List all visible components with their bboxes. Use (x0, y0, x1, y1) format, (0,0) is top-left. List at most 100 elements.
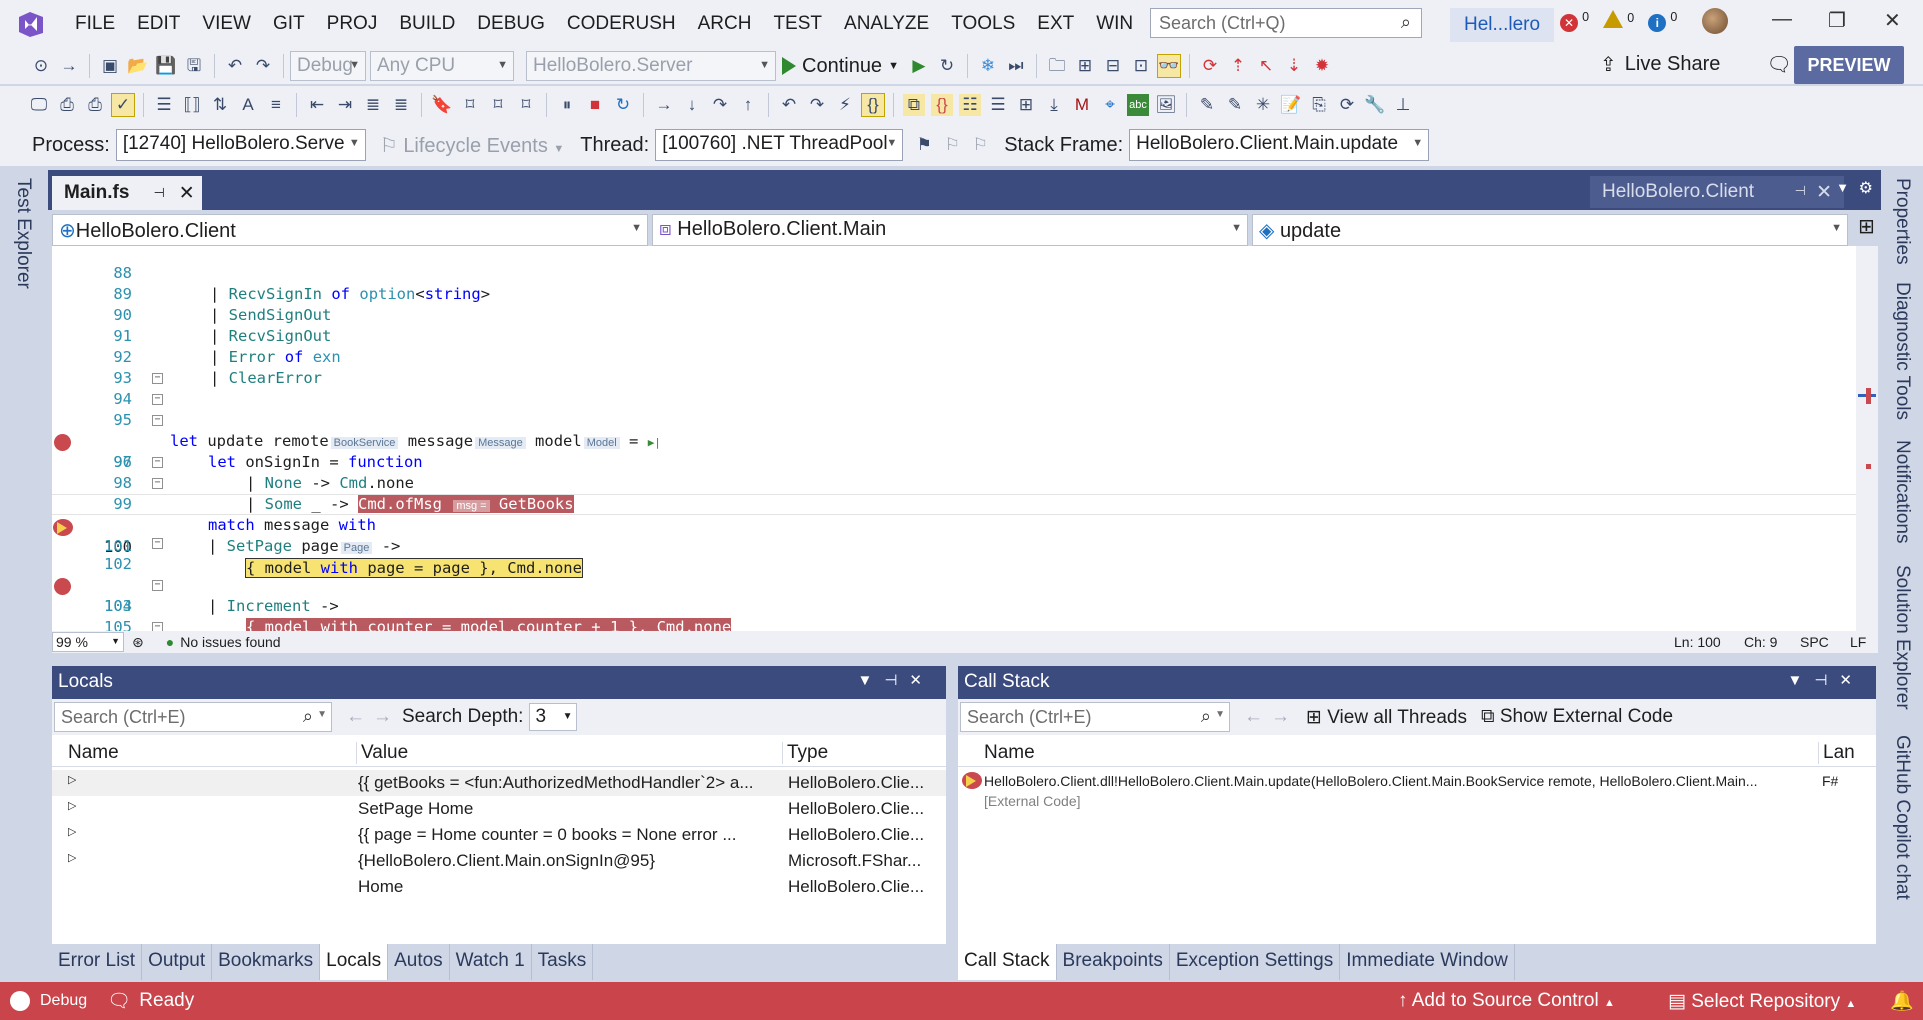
bookmark-icon[interactable]: 🔖 (431, 94, 453, 116)
zoom-dropdown[interactable]: 99 % ▼ (52, 632, 124, 652)
collapse-icon[interactable]: − (152, 373, 163, 384)
process-dropdown[interactable]: [12740] HelloBolero.Serve ▼ (115, 129, 366, 161)
menu-tools[interactable]: TOOLS (940, 13, 1026, 35)
brush-icon[interactable]: ✎ (1196, 94, 1218, 116)
chevron-down-icon[interactable]: ▼ (857, 672, 884, 689)
collapse-icon[interactable]: − (152, 538, 163, 549)
menu-view[interactable]: VIEW (191, 13, 262, 35)
locals-row[interactable]: ▷ model {{ page = Home counter = 0 books… (52, 822, 946, 848)
list-icon[interactable]: ☷ (959, 94, 981, 116)
collapse-icon[interactable]: − (152, 478, 163, 489)
menu-git[interactable]: GIT (262, 13, 316, 35)
startup-project-dropdown[interactable]: HelloBolero.Server ▼ (526, 51, 776, 81)
collapse-icon[interactable]: − (152, 580, 163, 591)
locals-row[interactable]: page Home HelloBolero.Clie... (52, 874, 946, 900)
hot-reload-icon[interactable]: ↻ (936, 55, 958, 77)
minimize-icon[interactable]: — (1772, 8, 1792, 31)
bookmark-prev-icon[interactable]: ⌑ (459, 94, 481, 116)
split-editor-icon[interactable]: ⊞ (1858, 214, 1875, 246)
tab-github-copilot-chat[interactable]: GitHub Copilot chat (1891, 735, 1913, 900)
m-icon[interactable]: M (1071, 94, 1093, 116)
run-without-debugging-icon[interactable]: ▶ (908, 55, 930, 77)
global-search-input[interactable]: Search (Ctrl+Q) ⌕ (1150, 8, 1422, 38)
redo-icon[interactable]: ↷ (252, 55, 274, 77)
stop-icon[interactable]: ■ (584, 94, 606, 116)
step-over-icon[interactable]: ↷ (709, 94, 731, 116)
sync-icon[interactable]: ⟳ (1336, 94, 1358, 116)
menu-analyze[interactable]: ANALYZE (833, 13, 940, 35)
tab-bookmarks[interactable]: Bookmarks (212, 944, 321, 980)
platform-dropdown[interactable]: Any CPU ▼ (370, 51, 514, 81)
undo-icon[interactable]: ↶ (224, 55, 246, 77)
open-folder-icon[interactable]: 📂 (127, 55, 149, 77)
columns-icon[interactable]: ☰ (987, 94, 1009, 116)
settings-gear-icon[interactable]: ✹ (1311, 55, 1333, 77)
message-icon[interactable]: 🗨 (107, 989, 131, 1013)
new-project-icon[interactable]: ▣ (99, 55, 121, 77)
step-down-icon[interactable]: ⇣ (1283, 55, 1305, 77)
info-indicator[interactable]: i 0 (1648, 10, 1677, 32)
menu-extensions[interactable]: EXT (1026, 13, 1085, 35)
download-icon[interactable]: ⤓ (1043, 94, 1065, 116)
column-language[interactable]: Lan (1818, 742, 1855, 764)
notification-bell-icon[interactable]: 🔔 (1890, 989, 1914, 1013)
pin-icon[interactable]: ⊣ (153, 185, 164, 201)
back-arrow-icon[interactable]: ← (1244, 706, 1263, 728)
wrench-icon[interactable]: 🔧 (1364, 94, 1386, 116)
tab-output[interactable]: Output (142, 944, 213, 980)
issues-status[interactable]: No issues found (180, 634, 280, 650)
restart-icon[interactable]: ↻ (612, 94, 634, 116)
expand-arrow-icon[interactable]: ▷ (68, 825, 76, 838)
sparkle-icon[interactable]: ✳ (1252, 94, 1274, 116)
step-into-icon[interactable]: ⏭ (1005, 55, 1027, 77)
close-icon[interactable]: ✕ (1884, 8, 1901, 33)
tab-hellobolero-client[interactable]: HelloBolero.Client ⊣ ✕ (1590, 176, 1844, 208)
forward-icon[interactable]: → (58, 55, 80, 77)
collapse-icon[interactable]: − (152, 457, 163, 468)
warnings-indicator[interactable]: 0 (1603, 10, 1634, 32)
preview-button[interactable]: PREVIEW (1794, 46, 1904, 84)
call-stack-frame[interactable]: HelloBolero.Client.dll!HelloBolero.Clien… (958, 770, 1876, 792)
back-icon[interactable]: ⊙ (30, 55, 52, 77)
indent-icon[interactable]: ⇥ (334, 94, 356, 116)
menu-coderush[interactable]: CODERUSH (556, 13, 687, 35)
menu-build[interactable]: BUILD (388, 13, 466, 35)
cursor-column[interactable]: Ch: 9 (1744, 634, 1777, 650)
flag-clear-icon[interactable]: ⚐ (969, 134, 991, 156)
tab-main-fs[interactable]: Main.fs ⊣ ✕ (52, 176, 202, 210)
live-share-button[interactable]: ⇪ Live Share 🗨 (1600, 52, 1792, 77)
comment-icon[interactable]: ≣ (362, 94, 384, 116)
line-ending[interactable]: LF (1850, 634, 1866, 650)
print-icon[interactable]: ⎙ (84, 94, 106, 116)
call-stack-search-input[interactable]: Search (Ctrl+E) ⌕ ▼ (960, 702, 1230, 732)
refresh-icon[interactable]: ⟳ (1199, 55, 1221, 77)
tab-properties[interactable]: Properties (1891, 178, 1913, 265)
add-to-source-control-button[interactable]: ↑ Add to Source Control ▲ (1398, 990, 1615, 1012)
tab-exception-settings[interactable]: Exception Settings (1170, 944, 1341, 980)
step-up-icon[interactable]: ⇡ (1227, 55, 1249, 77)
pointer-icon[interactable]: ↖ (1255, 55, 1277, 77)
font-size-icon[interactable]: A (237, 94, 259, 116)
window-layout-3-icon[interactable]: ⊡ (1130, 55, 1152, 77)
step-out-icon[interactable]: ↑ (737, 94, 759, 116)
tab-diagnostic-tools[interactable]: Diagnostic Tools (1891, 282, 1913, 420)
pause-icon[interactable]: ⏸ (556, 94, 578, 116)
tab-watch-1[interactable]: Watch 1 (450, 944, 532, 980)
snowflake-icon[interactable]: ❄ (977, 55, 999, 77)
menu-file[interactable]: FILE (64, 13, 126, 35)
locals-search-input[interactable]: Search (Ctrl+E) ⌕ ▼ (54, 702, 332, 732)
column-name[interactable]: Name (68, 742, 119, 764)
expand-arrow-icon[interactable]: ▷ (68, 773, 76, 786)
lifecycle-events-dropdown[interactable]: ⚐ Lifecycle Events ▼ (380, 133, 564, 158)
menu-edit[interactable]: EDIT (126, 13, 191, 35)
copy-icon[interactable]: ⎘ (1308, 94, 1330, 116)
feedback-icon[interactable]: 🗨 (1766, 52, 1791, 77)
pin-icon[interactable]: ⊣ (1795, 183, 1806, 199)
step-into-arrow-icon[interactable]: ↓ (681, 94, 703, 116)
nav-project-dropdown[interactable]: ⊕HelloBolero.Client ▼ (52, 214, 648, 246)
folder-icon[interactable]: 🗀 (1046, 55, 1068, 77)
call-stack-frame[interactable]: [External Code] (958, 790, 1876, 812)
uncomment-icon[interactable]: ≣ (390, 94, 412, 116)
image-icon[interactable]: 🖼 (1155, 94, 1177, 116)
expand-arrow-icon[interactable]: ▷ (68, 799, 76, 812)
